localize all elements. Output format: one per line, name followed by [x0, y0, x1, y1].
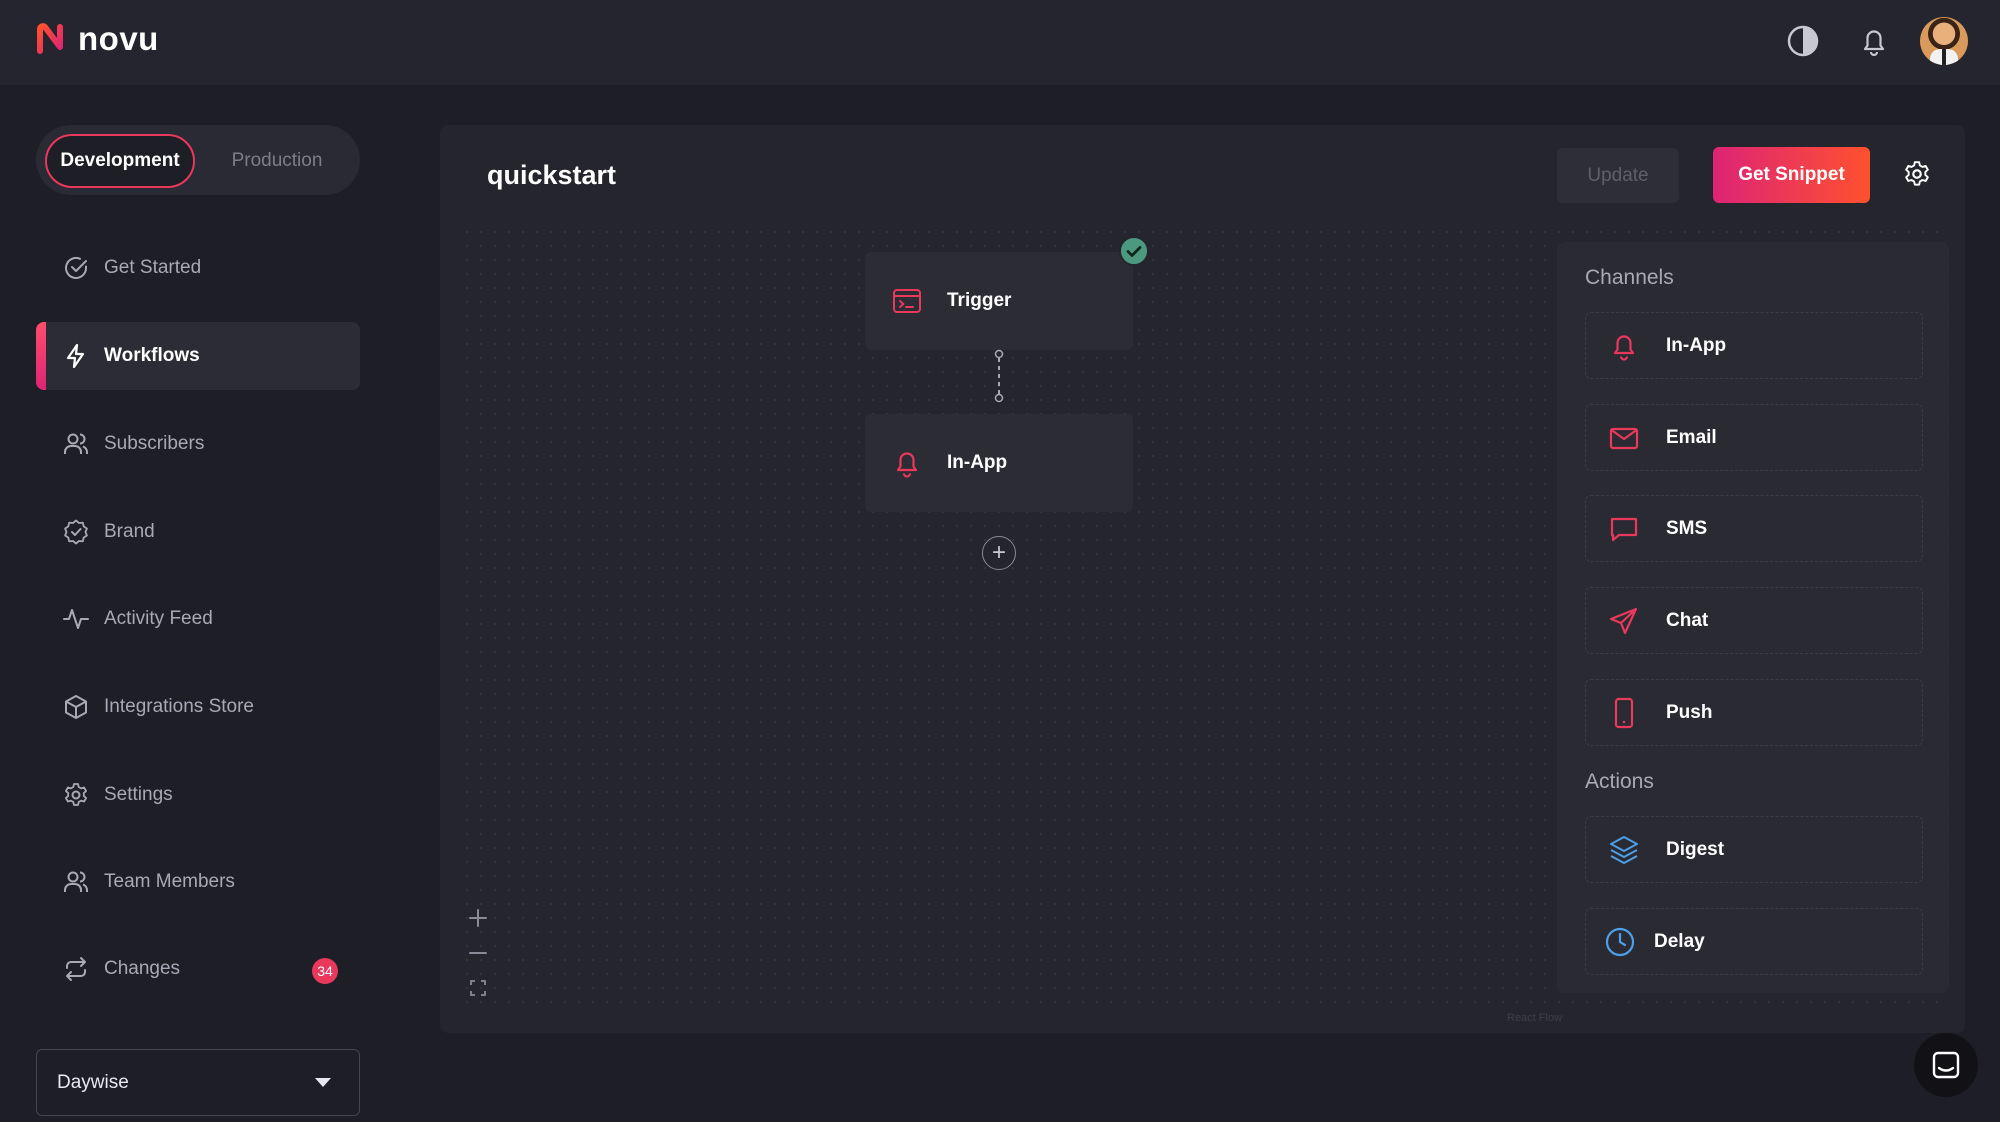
- get-snippet-button[interactable]: Get Snippet: [1713, 147, 1870, 203]
- workflow-canvas[interactable]: Trigger In-App + React Flow Channels In-…: [460, 225, 1950, 1024]
- clock-icon: [1605, 927, 1635, 956]
- send-icon: [1609, 607, 1638, 634]
- channel-label: Email: [1666, 426, 1717, 448]
- organization-name: Daywise: [57, 1071, 129, 1093]
- chevron-down-icon: [315, 1078, 331, 1087]
- notifications-button[interactable]: [1855, 22, 1893, 60]
- channel-label: In-App: [1666, 334, 1727, 356]
- workflow-settings-button[interactable]: [1902, 159, 1932, 189]
- action-digest[interactable]: Digest: [1585, 816, 1923, 883]
- sidebar-item-integrations-store[interactable]: Integrations Store: [36, 673, 360, 741]
- brand-name: novu: [78, 20, 159, 57]
- organization-select[interactable]: Daywise: [36, 1049, 360, 1116]
- sidebar-item-label: Settings: [104, 784, 173, 805]
- message-icon: [1610, 517, 1638, 541]
- react-flow-attribution[interactable]: React Flow: [1507, 1012, 1562, 1024]
- gear-icon: [1905, 161, 1929, 186]
- gear-icon: [65, 783, 87, 806]
- sidebar-item-settings[interactable]: Settings: [36, 761, 360, 829]
- team-icon: [64, 871, 88, 892]
- check-circle-icon: [1119, 236, 1149, 266]
- contrast-icon: [1787, 25, 1819, 57]
- lightning-icon: [66, 343, 85, 369]
- trigger-node[interactable]: Trigger: [865, 252, 1133, 350]
- production-env-button[interactable]: Production: [214, 136, 340, 186]
- sidebar-item-label: Team Members: [104, 871, 235, 892]
- sidebar-item-label: Workflows: [104, 345, 200, 366]
- sidebar-item-activity-feed[interactable]: Activity Feed: [36, 585, 360, 653]
- node-label: In-App: [947, 452, 1008, 473]
- bell-icon: [896, 452, 918, 478]
- chat-bubble-icon: [1932, 1051, 1960, 1079]
- node-label: Trigger: [947, 290, 1012, 311]
- development-env-button[interactable]: Development: [45, 134, 195, 188]
- environment-toggle: Development Production: [36, 125, 360, 195]
- sidebar-item-team-members[interactable]: Team Members: [36, 848, 360, 916]
- top-header: novu: [0, 0, 2000, 85]
- channel-email[interactable]: Email: [1585, 404, 1923, 471]
- action-label: Delay: [1654, 930, 1705, 952]
- sidebar-item-label: Subscribers: [104, 433, 205, 454]
- activity-icon: [63, 609, 89, 629]
- novu-logo[interactable]: novu: [34, 20, 159, 58]
- sidebar-item-get-started[interactable]: Get Started: [36, 234, 360, 302]
- fit-view-icon[interactable]: [467, 977, 489, 999]
- bell-icon: [1613, 334, 1635, 361]
- channel-sms[interactable]: SMS: [1585, 495, 1923, 562]
- support-chat-button[interactable]: [1914, 1033, 1978, 1097]
- sidebar-item-subscribers[interactable]: Subscribers: [36, 410, 360, 478]
- workflow-title[interactable]: quickstart: [487, 160, 616, 191]
- zoom-out-icon[interactable]: [467, 942, 489, 964]
- sidebar-item-workflows[interactable]: Workflows: [36, 322, 360, 390]
- channel-label: SMS: [1666, 517, 1708, 539]
- actions-title: Actions: [1585, 770, 1654, 793]
- sidebar-item-changes[interactable]: Changes 34: [36, 935, 360, 1003]
- novu-logo-icon: [37, 23, 63, 54]
- changes-count-badge: 34: [312, 958, 338, 984]
- sidebar-item-label: Activity Feed: [104, 608, 213, 629]
- in-app-node[interactable]: In-App: [865, 414, 1133, 512]
- channels-panel: Channels In-App Email SMS Chat Push Acti…: [1557, 242, 1949, 993]
- check-circle-icon: [65, 257, 87, 279]
- mail-icon: [1609, 427, 1639, 449]
- channel-chat[interactable]: Chat: [1585, 587, 1923, 654]
- bell-icon: [1863, 30, 1885, 57]
- node-connector: [994, 349, 1004, 403]
- channel-label: Chat: [1666, 609, 1709, 631]
- repeat-icon: [66, 957, 86, 981]
- channels-title: Channels: [1585, 266, 1674, 289]
- workflow-editor-panel: quickstart Update Get Snippet Trigger In…: [440, 125, 1965, 1033]
- channel-label: Push: [1666, 701, 1713, 723]
- users-icon: [64, 433, 88, 454]
- sidebar-item-brand[interactable]: Brand: [36, 498, 360, 566]
- channel-in-app[interactable]: In-App: [1585, 312, 1923, 379]
- channel-push[interactable]: Push: [1585, 679, 1923, 746]
- theme-toggle-button[interactable]: [1784, 22, 1822, 60]
- user-avatar[interactable]: [1920, 17, 1968, 65]
- sidebar-item-label: Changes: [104, 958, 181, 979]
- action-delay[interactable]: Delay: [1585, 908, 1923, 975]
- update-button[interactable]: Update: [1557, 148, 1679, 203]
- sidebar-item-label: Get Started: [104, 257, 202, 278]
- action-label: Digest: [1666, 838, 1725, 860]
- layers-icon: [1610, 835, 1638, 864]
- sidebar-item-label: Brand: [104, 521, 155, 542]
- box-icon: [65, 695, 87, 719]
- mobile-icon: [1614, 697, 1634, 728]
- add-step-button[interactable]: +: [982, 536, 1016, 570]
- badge-check-icon: [64, 519, 88, 545]
- zoom-in-icon[interactable]: [467, 907, 489, 929]
- sidebar-item-label: Integrations Store: [104, 696, 254, 717]
- terminal-window-icon: [893, 289, 921, 313]
